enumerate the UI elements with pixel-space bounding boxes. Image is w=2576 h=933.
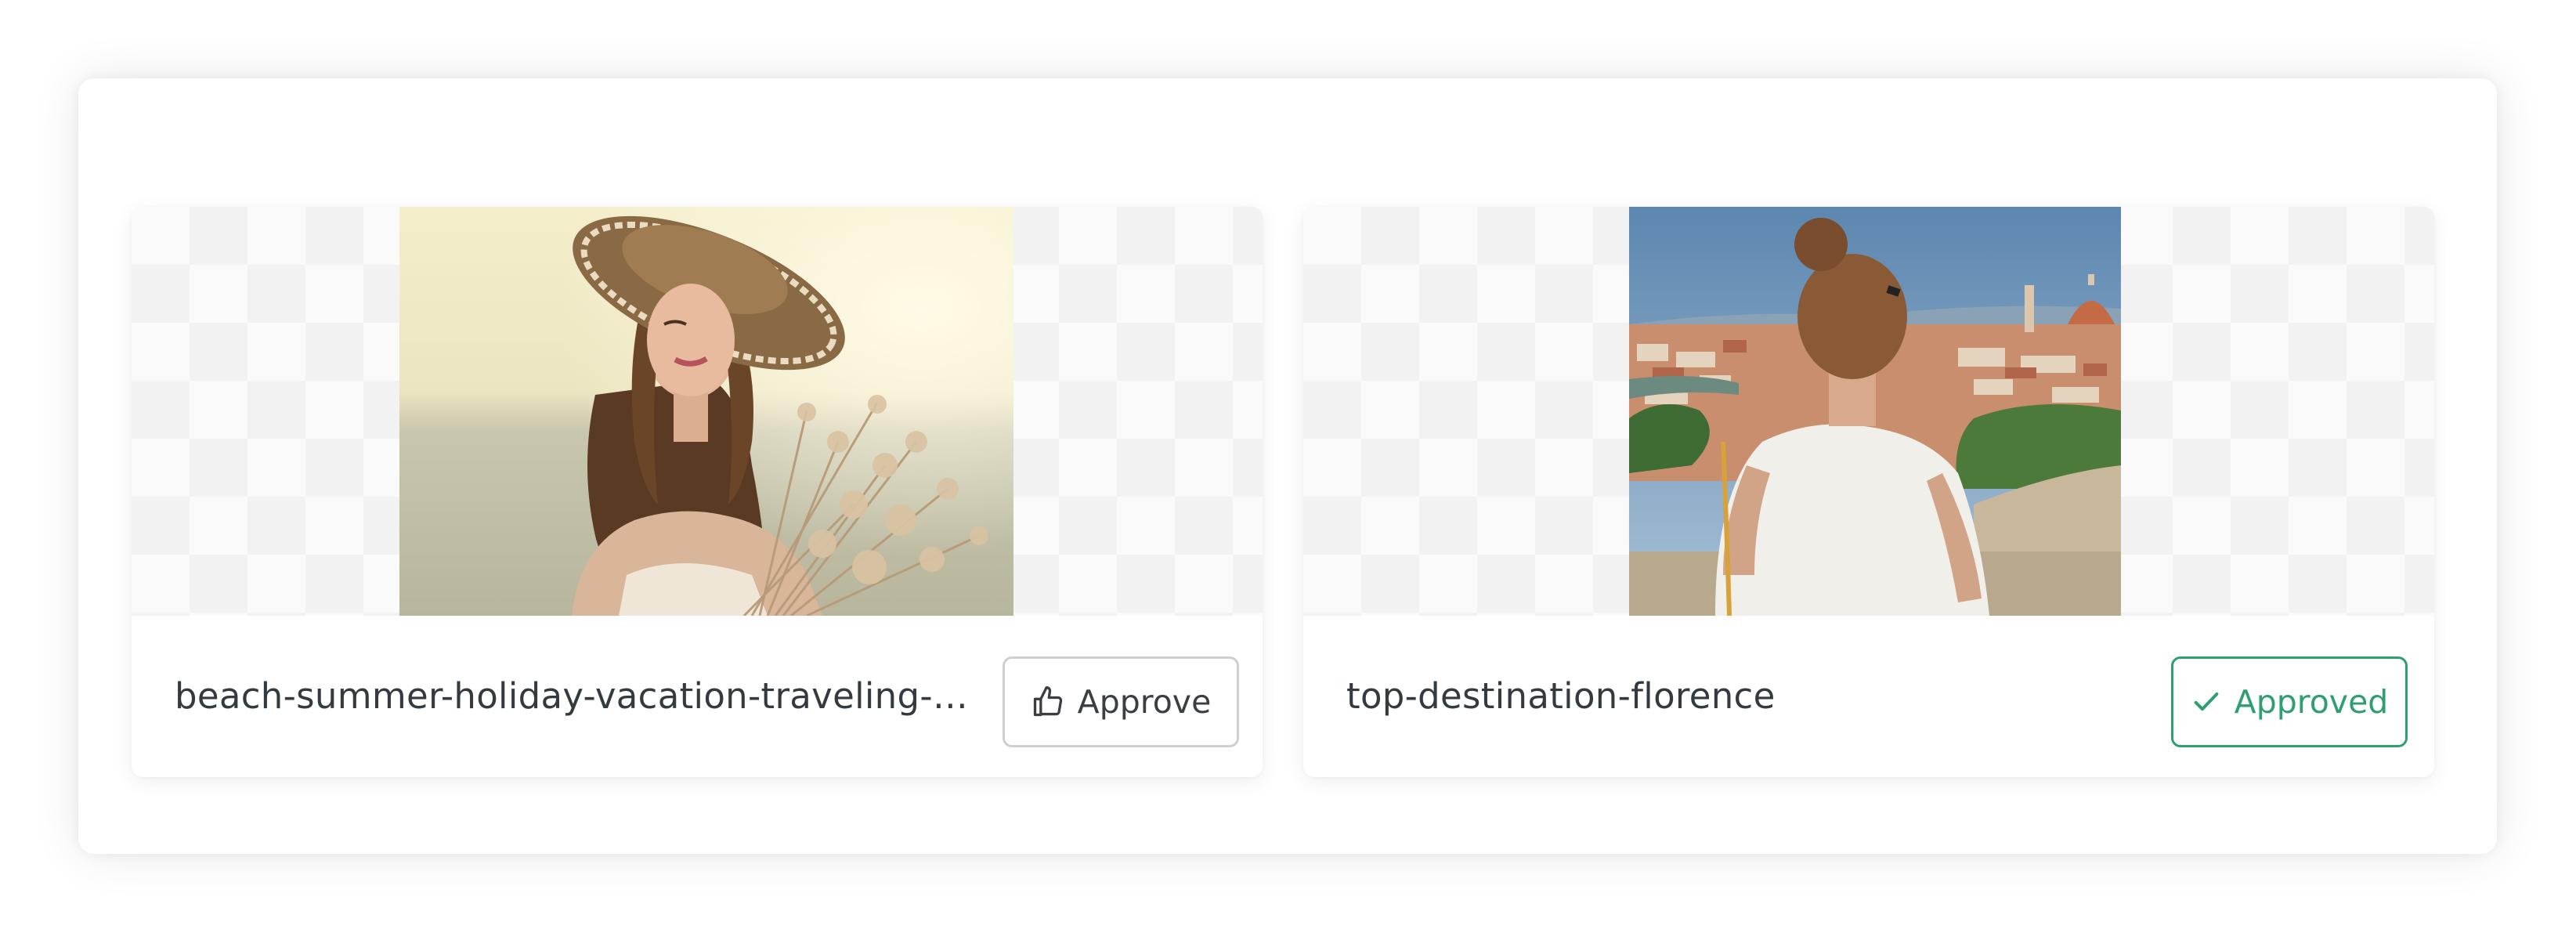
asset-card[interactable]: top-destination-florence Approved <box>1303 207 2434 777</box>
asset-thumbnail-area[interactable] <box>1303 207 2434 616</box>
asset-filename: top-destination-florence <box>1346 675 1776 717</box>
approved-button-label: Approved <box>2234 683 2389 721</box>
asset-filename: beach-summer-holiday-vacation-traveling-… <box>175 675 981 717</box>
asset-card-footer: top-destination-florence Approved <box>1303 616 2434 777</box>
asset-image-woman-in-hat[interactable] <box>399 207 1013 616</box>
asset-card-footer: beach-summer-holiday-vacation-traveling-… <box>132 616 1263 777</box>
asset-card[interactable]: beach-summer-holiday-vacation-traveling-… <box>132 207 1263 777</box>
thumbs-up-icon <box>1031 685 1065 719</box>
check-icon <box>2191 686 2222 718</box>
approve-button[interactable]: Approve <box>1003 656 1239 747</box>
asset-image-florence[interactable] <box>1629 207 2121 616</box>
asset-review-panel: beach-summer-holiday-vacation-traveling-… <box>78 78 2497 854</box>
approve-button-label: Approve <box>1077 683 1212 721</box>
approved-button[interactable]: Approved <box>2171 656 2408 747</box>
photo-woman-hat <box>399 207 1013 616</box>
asset-thumbnail-area[interactable] <box>132 207 1263 616</box>
photo-woman-florence <box>1629 207 2121 616</box>
